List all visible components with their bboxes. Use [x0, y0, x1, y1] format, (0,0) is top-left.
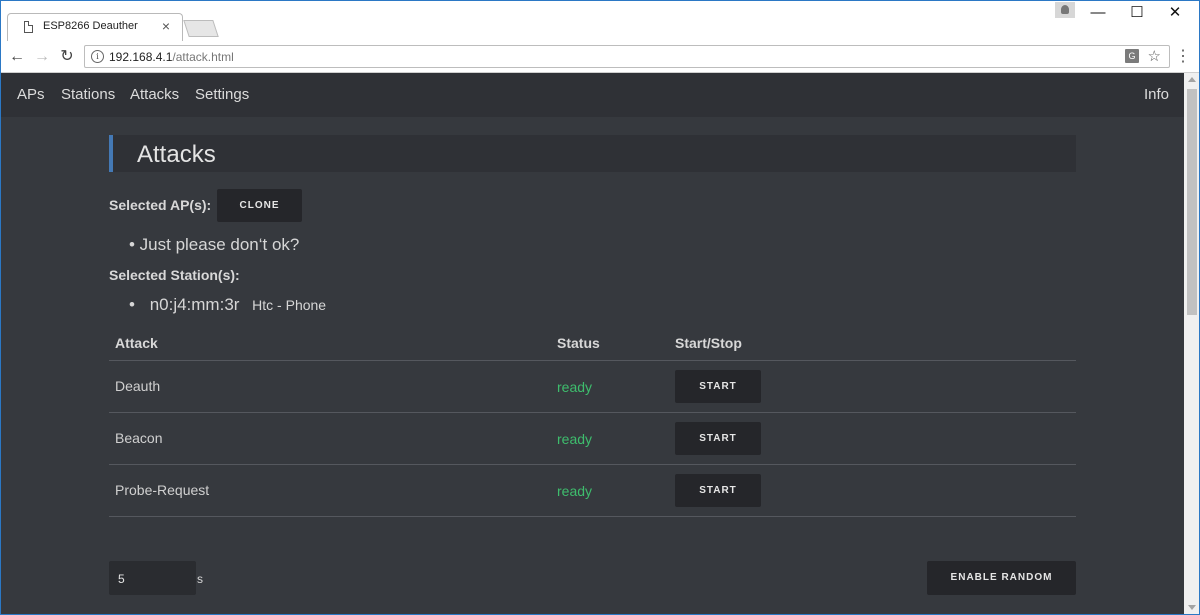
station-vendor: Htc - Phone — [252, 297, 327, 313]
random-interval-unit: s — [197, 572, 203, 586]
page-icon — [24, 21, 33, 33]
url-text: 192.168.4.1/attack.html — [109, 50, 234, 64]
start-probe-request-button[interactable]: START — [675, 474, 761, 507]
page-title: Attacks — [137, 141, 216, 168]
table-divider — [109, 412, 1076, 413]
enable-random-button[interactable]: ENABLE RANDOM — [927, 561, 1076, 595]
attack-status-beacon: ready — [557, 431, 593, 447]
nav-item-settings[interactable]: Settings — [195, 86, 249, 103]
random-interval-value: 5 — [118, 572, 125, 586]
browser-tab[interactable]: ESP8266 Deauther × — [7, 13, 183, 41]
nav-item-stations[interactable]: Stations — [61, 86, 115, 103]
attack-name-beacon: Beacon — [115, 430, 163, 446]
new-tab-button[interactable] — [183, 20, 219, 37]
selected-aps-label: Selected AP(s): — [109, 197, 212, 213]
table-divider — [109, 360, 1076, 361]
table-divider — [109, 464, 1076, 465]
selected-stations-label: Selected Station(s): — [109, 267, 240, 283]
page-header: Attacks — [109, 135, 1076, 172]
user-icon[interactable] — [1055, 2, 1075, 18]
translate-icon[interactable]: G — [1125, 49, 1139, 63]
table-divider — [109, 516, 1076, 517]
page-scrollbar[interactable] — [1184, 73, 1200, 615]
tab-title: ESP8266 Deauther — [43, 20, 138, 32]
station-mac: n0:j4:mm:3r — [149, 295, 240, 314]
maximize-button[interactable]: ☐ — [1117, 2, 1157, 24]
title-bar: ESP8266 Deauther × — ☐ ✕ — [0, 0, 1200, 42]
start-beacon-button[interactable]: START — [675, 422, 761, 455]
random-interval-input[interactable]: 5 — [109, 561, 196, 595]
attack-name-probe-request: Probe-Request — [115, 482, 210, 498]
clone-button[interactable]: CLONE — [217, 189, 302, 222]
back-button[interactable]: ← — [6, 46, 28, 68]
column-header-start-stop: Start/Stop — [675, 335, 742, 351]
web-page: APs Stations Attacks Settings Info Attac… — [0, 73, 1184, 615]
menu-icon[interactable]: ⋮ — [1175, 48, 1191, 68]
address-bar[interactable]: i 192.168.4.1/attack.html G ☆ — [84, 45, 1170, 68]
close-window-button[interactable]: ✕ — [1155, 2, 1195, 24]
column-header-status: Status — [557, 335, 600, 351]
list-bullet: • — [129, 295, 135, 314]
forward-button[interactable]: → — [31, 46, 53, 68]
reload-button[interactable]: ↻ — [56, 46, 78, 68]
nav-item-attacks[interactable]: Attacks — [130, 86, 179, 103]
start-deauth-button[interactable]: START — [675, 370, 761, 403]
url-host: 192.168.4.1 — [109, 50, 173, 64]
browser-toolbar: ← → ↻ i 192.168.4.1/attack.html G ☆ ⋮ — [0, 42, 1200, 73]
minimize-button[interactable]: — — [1078, 2, 1118, 24]
scroll-down-icon[interactable] — [1188, 605, 1196, 610]
selected-ap-item: • Just please don‘t ok? — [129, 235, 300, 254]
column-header-attack: Attack — [115, 335, 158, 351]
nav-item-info[interactable]: Info — [1144, 86, 1169, 103]
info-icon[interactable]: i — [91, 50, 104, 63]
attack-status-probe-request: ready — [557, 483, 593, 499]
nav-item-aps[interactable]: APs — [17, 86, 45, 103]
selected-station-item: • n0:j4:mm:3r Htc - Phone — [129, 295, 326, 315]
url-path: /attack.html — [172, 50, 234, 64]
tab-close-icon[interactable]: × — [162, 18, 170, 34]
scrollbar-thumb[interactable] — [1187, 89, 1197, 315]
top-navbar: APs Stations Attacks Settings Info — [0, 73, 1184, 117]
attack-name-deauth: Deauth — [115, 378, 161, 394]
scroll-up-icon[interactable] — [1188, 77, 1196, 82]
attack-status-deauth: ready — [557, 379, 593, 395]
star-icon[interactable]: ☆ — [1148, 47, 1161, 65]
